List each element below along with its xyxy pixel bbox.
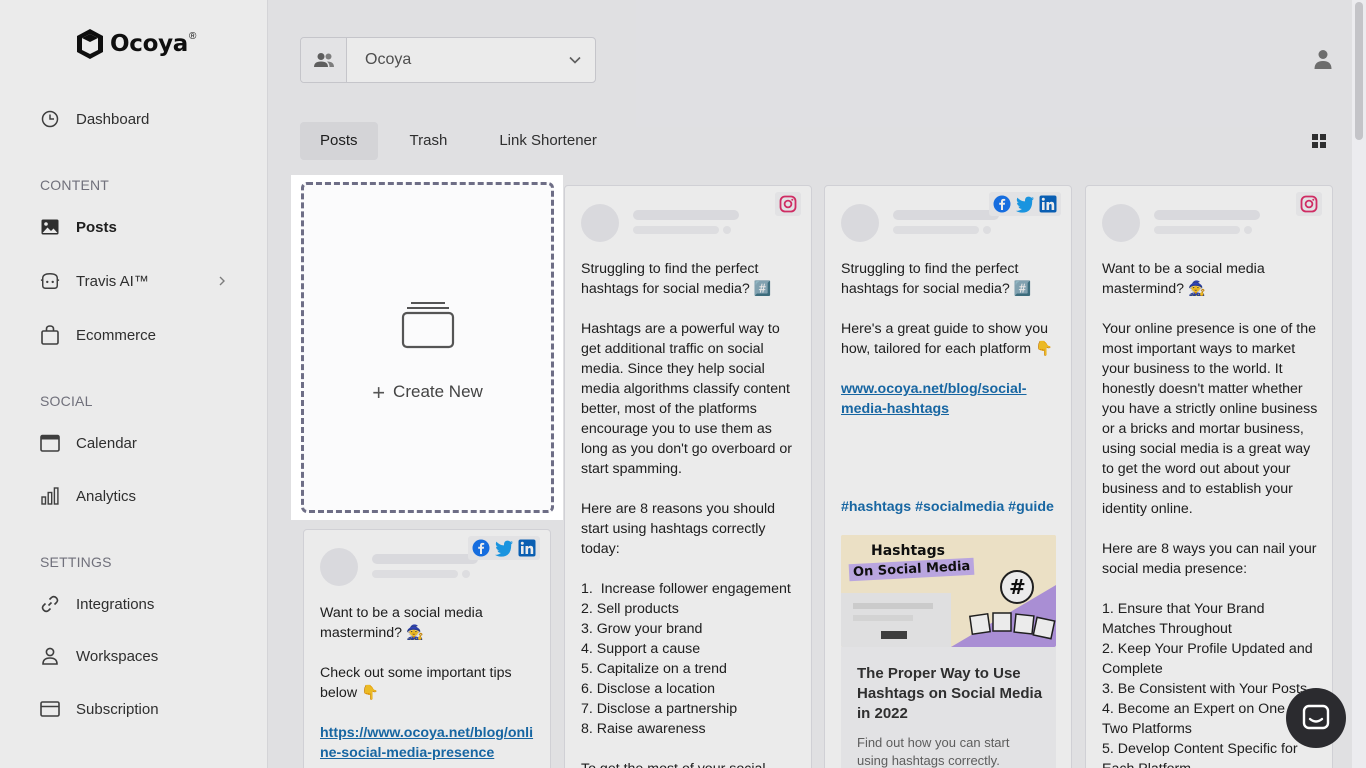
- tabs: Posts Trash Link Shortener: [300, 122, 629, 160]
- user-account-icon[interactable]: [1314, 49, 1332, 74]
- placeholder-dot: [1244, 226, 1252, 234]
- post-link[interactable]: www.ocoya.net/blog/social-media-hashtags: [841, 381, 1027, 417]
- sidebar-item-analytics[interactable]: Analytics: [40, 482, 230, 510]
- avatar-placeholder: [320, 548, 358, 586]
- social-platforms: [1296, 192, 1322, 216]
- placeholder-line: [893, 210, 999, 220]
- workspace-value: Ocoya: [365, 51, 412, 68]
- preview-image-title: Hashtags: [871, 543, 945, 559]
- social-platforms: [775, 192, 801, 216]
- post-card[interactable]: Struggling to find the perfect hashtags …: [564, 185, 812, 768]
- post-card[interactable]: Want to be a social media mastermind? 🧙 …: [303, 529, 551, 768]
- workspace-select[interactable]: Ocoya: [300, 37, 596, 83]
- scrollbar[interactable]: [1352, 0, 1366, 768]
- grid-view-icon[interactable]: [1312, 134, 1326, 153]
- section-label-settings: SETTINGS: [40, 554, 112, 570]
- post-link[interactable]: https://www.ocoya.net/blog/onli ne-social…: [320, 725, 533, 761]
- section-label-content: CONTENT: [40, 177, 110, 193]
- placeholder-line: [372, 570, 458, 578]
- placeholder-line: [1154, 210, 1260, 220]
- ocoya-logo-icon: [77, 29, 103, 59]
- facebook-icon: [993, 195, 1011, 213]
- create-new-button[interactable]: + Create New: [301, 182, 554, 513]
- post-text: Want to be a social media mastermind? 🧙 …: [1102, 261, 1318, 768]
- avatar-placeholder: [841, 204, 879, 242]
- hashtag-glyph: #: [1009, 575, 1026, 599]
- avatar-placeholder: [581, 204, 619, 242]
- sidebar-item-label: Posts: [76, 218, 117, 236]
- post-text: Struggling to find the perfect hashtags …: [581, 261, 792, 768]
- chevron-right-icon: [218, 274, 226, 292]
- post-hashtags: #hashtags #socialmedia #guide: [841, 499, 1054, 515]
- placeholder-dot: [983, 226, 991, 234]
- chat-support-button[interactable]: [1286, 688, 1346, 748]
- avatar-placeholder: [1102, 204, 1140, 242]
- placeholder-line: [633, 226, 719, 234]
- linkedin-icon: [1039, 195, 1057, 213]
- sidebar: Ocoya ® Dashboard CONTENT Posts Travis A…: [0, 0, 268, 768]
- image-icon: [40, 217, 60, 237]
- link-preview-title: The Proper Way to Use Hashtags on Social…: [857, 665, 1043, 722]
- placeholder-line: [633, 210, 739, 220]
- placeholder-line: [893, 226, 979, 234]
- instagram-icon: [1300, 195, 1318, 213]
- plus-icon: +: [372, 379, 386, 405]
- create-new-highlight: + Create New: [291, 175, 563, 520]
- sidebar-item-label: Ecommerce: [76, 326, 157, 344]
- post-text: Struggling to find the perfect hashtags …: [841, 261, 1053, 417]
- link-preview-description: Find out how you can start using hashtag…: [857, 735, 1010, 768]
- sidebar-item-ecommerce[interactable]: Ecommerce: [40, 321, 230, 349]
- placeholder-dot: [462, 570, 470, 578]
- placeholder-line: [372, 554, 478, 564]
- tab-link-shortener[interactable]: Link Shortener: [479, 122, 617, 160]
- chat-icon: [1302, 704, 1330, 730]
- instagram-icon: [779, 195, 797, 213]
- logo[interactable]: Ocoya ®: [76, 28, 196, 60]
- link-preview-image: Hashtags On Social Media #: [841, 535, 1056, 647]
- linkedin-icon: [518, 539, 536, 557]
- sidebar-item-label: Integrations: [76, 595, 155, 613]
- twitter-icon: [494, 540, 513, 557]
- scroll-thumb[interactable]: [1355, 2, 1363, 140]
- person-icon: [40, 646, 60, 666]
- sidebar-item-label: Calendar: [76, 434, 137, 452]
- sidebar-item-dashboard[interactable]: Dashboard: [40, 105, 230, 133]
- sidebar-item-label: Travis AI™: [76, 272, 149, 290]
- tab-trash[interactable]: Trash: [390, 122, 468, 160]
- sidebar-item-calendar[interactable]: Calendar: [40, 429, 230, 457]
- placeholder-line: [1154, 226, 1240, 234]
- post-text: Want to be a social media mastermind? 🧙 …: [320, 605, 534, 761]
- brand-reg: ®: [189, 30, 197, 42]
- clock-icon: [40, 109, 60, 129]
- sidebar-item-label: Workspaces: [76, 647, 159, 665]
- post-card[interactable]: Struggling to find the perfect hashtags …: [824, 185, 1072, 768]
- post-card[interactable]: Want to be a social media mastermind? 🧙 …: [1085, 185, 1333, 768]
- bar-chart-icon: [40, 486, 60, 506]
- calendar-icon: [40, 433, 60, 453]
- sidebar-item-workspaces[interactable]: Workspaces: [40, 642, 230, 670]
- sidebar-item-label: Analytics: [76, 487, 137, 505]
- link-icon: [40, 594, 60, 614]
- twitter-icon: [1015, 196, 1034, 213]
- sidebar-item-posts[interactable]: Posts: [40, 213, 230, 241]
- stack-icon: [401, 301, 455, 354]
- people-icon: [301, 38, 347, 82]
- section-label-social: SOCIAL: [40, 393, 93, 409]
- placeholder-dot: [723, 226, 731, 234]
- shopping-bag-icon: [40, 325, 60, 345]
- sidebar-item-label: Dashboard: [76, 110, 150, 128]
- social-platforms: [989, 192, 1061, 216]
- social-platforms: [468, 536, 540, 560]
- robot-icon: [40, 271, 60, 291]
- chevron-down-icon: [555, 38, 595, 82]
- sidebar-item-subscription[interactable]: Subscription: [40, 695, 230, 723]
- facebook-icon: [472, 539, 490, 557]
- sidebar-item-label: Subscription: [76, 700, 159, 718]
- tab-posts[interactable]: Posts: [300, 122, 378, 160]
- sidebar-item-travis-ai[interactable]: Travis AI™: [40, 267, 230, 295]
- brand-name: Ocoya: [110, 31, 189, 57]
- credit-card-icon: [40, 699, 60, 719]
- create-new-label: + Create New: [372, 379, 483, 405]
- sidebar-item-integrations[interactable]: Integrations: [40, 590, 230, 618]
